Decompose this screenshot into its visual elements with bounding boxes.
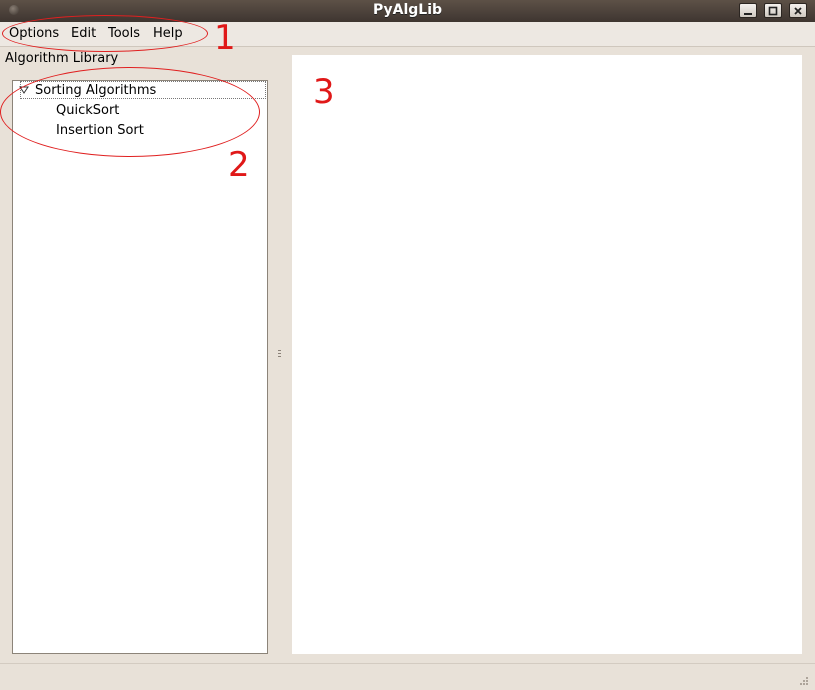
maximize-icon bbox=[768, 6, 778, 15]
status-bar bbox=[0, 663, 815, 690]
resize-grip-icon[interactable] bbox=[799, 676, 809, 686]
minimize-button[interactable] bbox=[739, 3, 757, 18]
maximize-button[interactable] bbox=[764, 3, 782, 18]
close-icon bbox=[794, 6, 802, 15]
library-label: Algorithm Library bbox=[5, 51, 119, 66]
close-button[interactable] bbox=[789, 3, 807, 18]
annotation-number-3: 3 bbox=[313, 72, 335, 112]
app-window: PyAlgLib Options Edit Tools Help Algorit… bbox=[0, 0, 815, 690]
annotation-ellipse-tree bbox=[0, 67, 260, 157]
minimize-icon bbox=[744, 12, 752, 15]
annotation-number-2: 2 bbox=[228, 145, 250, 185]
annotation-number-1: 1 bbox=[214, 18, 236, 58]
splitter-handle[interactable] bbox=[278, 350, 282, 358]
content-panel bbox=[292, 55, 802, 654]
annotation-ellipse-menu bbox=[2, 15, 208, 52]
